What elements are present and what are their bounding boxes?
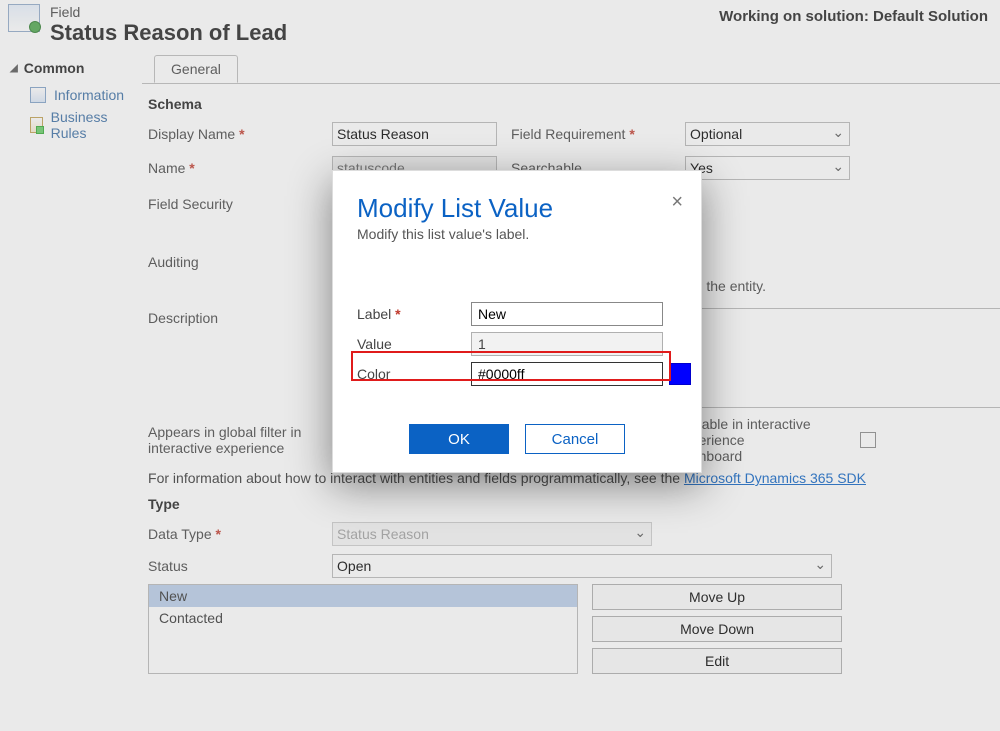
document-icon: [30, 87, 46, 103]
header-text: Field Status Reason of Lead: [50, 4, 719, 46]
sidebar: ◢ Common Information Business Rules: [0, 54, 142, 725]
solution-label: Working on solution: Default Solution: [719, 4, 992, 25]
close-icon[interactable]: ×: [671, 191, 683, 214]
label-display-name: Display Name: [148, 126, 318, 142]
move-down-button[interactable]: Move Down: [592, 616, 842, 642]
input-modal-label[interactable]: [471, 302, 663, 326]
sidebar-group-label: Common: [24, 60, 85, 76]
select-field-requirement[interactable]: Optional: [685, 122, 850, 146]
options-listbox[interactable]: New Contacted: [148, 584, 578, 674]
tab-general[interactable]: General: [154, 55, 238, 83]
sidebar-item-information[interactable]: Information: [10, 84, 132, 106]
rules-icon: [30, 117, 43, 133]
label-data-type: Data Type: [148, 526, 318, 542]
caret-down-icon: ◢: [10, 63, 18, 74]
link-sdk[interactable]: Microsoft Dynamics 365 SDK: [684, 470, 866, 486]
page-title: Status Reason of Lead: [50, 20, 719, 46]
sidebar-item-business-rules[interactable]: Business Rules: [10, 106, 132, 144]
input-display-name[interactable]: [332, 122, 497, 146]
move-up-button[interactable]: Move Up: [592, 584, 842, 610]
section-schema-heading: Schema: [148, 96, 1000, 112]
label-status: Status: [148, 558, 318, 574]
page-header: Field Status Reason of Lead Working on s…: [0, 0, 1000, 54]
sidebar-item-label: Business Rules: [51, 109, 124, 141]
ok-button[interactable]: OK: [409, 424, 509, 454]
dialog-title: Modify List Value: [357, 193, 677, 224]
select-data-type: Status Reason: [332, 522, 652, 546]
label-field-security: Field Security: [148, 196, 318, 212]
sidebar-group-common[interactable]: ◢ Common: [10, 60, 132, 76]
list-item[interactable]: New: [149, 585, 577, 607]
select-searchable[interactable]: Yes: [685, 156, 850, 180]
dialog-subtitle: Modify this list value's label.: [357, 226, 677, 242]
label-modal-label: Label: [357, 306, 465, 322]
label-description: Description: [148, 308, 318, 326]
edit-button[interactable]: Edit: [592, 648, 842, 674]
label-auditing: Auditing: [148, 252, 318, 270]
color-swatch[interactable]: [669, 363, 691, 385]
field-entity-icon: [8, 4, 40, 32]
input-modal-color[interactable]: [471, 362, 663, 386]
label-field-requirement: Field Requirement: [511, 126, 671, 142]
cancel-button[interactable]: Cancel: [525, 424, 625, 454]
tab-bar: General: [142, 54, 1000, 84]
input-modal-value: [471, 332, 663, 356]
label-modal-color: Color: [357, 366, 465, 382]
label-name: Name: [148, 160, 318, 176]
label-appears-interactive: Appears in global filter in interactive …: [148, 424, 318, 456]
label-modal-value: Value: [357, 336, 465, 352]
checkbox-sortable-dashboard[interactable]: [860, 432, 876, 448]
sidebar-item-label: Information: [54, 87, 124, 103]
list-item[interactable]: Contacted: [149, 607, 577, 629]
section-type-heading: Type: [148, 496, 1000, 512]
modify-list-value-dialog: Modify List Value Modify this list value…: [332, 170, 702, 473]
header-kicker: Field: [50, 4, 719, 20]
select-status[interactable]: Open: [332, 554, 832, 578]
